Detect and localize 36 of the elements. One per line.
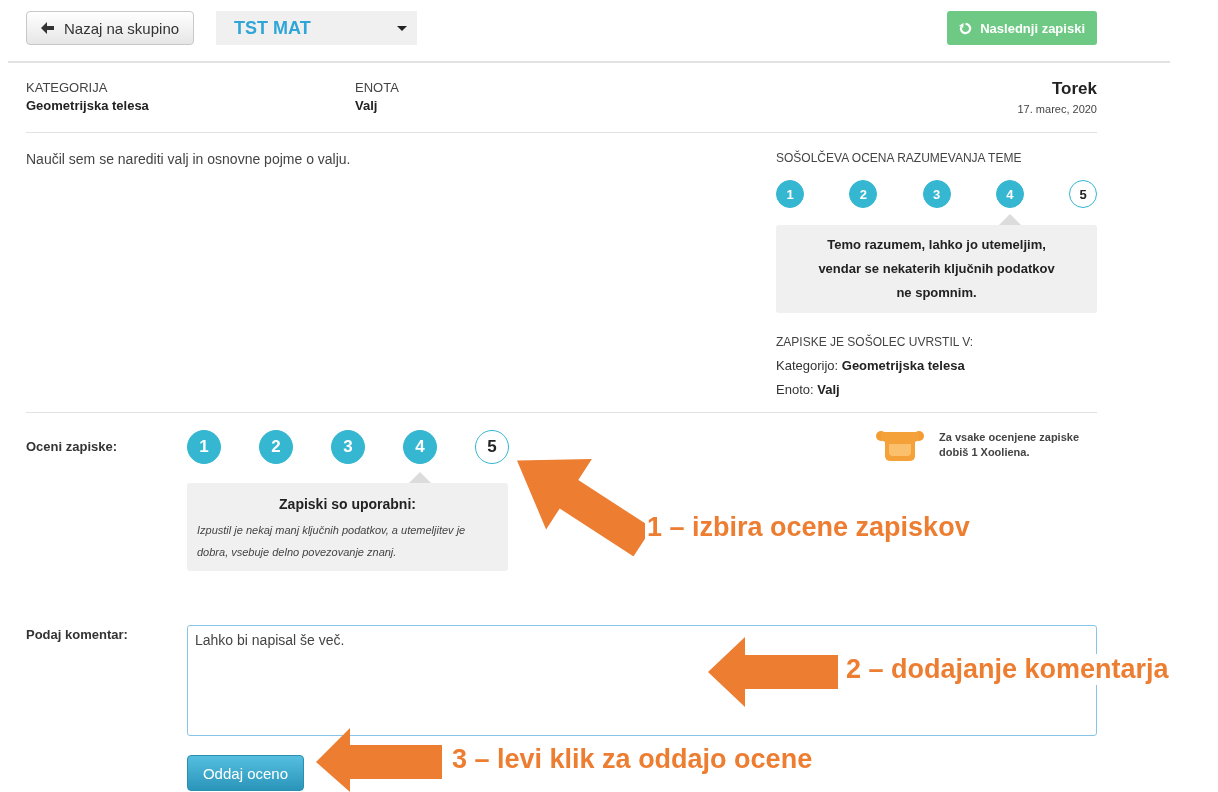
rating-circle[interactable]: 1 — [776, 180, 804, 208]
back-button[interactable]: Nazaj na skupino — [26, 11, 195, 45]
back-arrow-icon — [41, 22, 54, 34]
tooltip-title: Zapiski so uporabni: — [278, 495, 417, 513]
rating-tooltip: Temo razumem, lahko jo utemeljim, vendar se nekaterih ključnih podatkov ne spomnim. — [776, 225, 1097, 313]
caret-icon — [397, 25, 408, 31]
reward-note: Za vsake ocenjene zapiske dobiš 1 Xooliena. — [939, 430, 1081, 460]
unit-label: ENOTA — [355, 79, 400, 96]
classification-text: Kategorijo: Geometrijska telesa — [776, 358, 966, 373]
next-notes-button[interactable]: Naslednji zapiski — [947, 11, 1097, 45]
category-value: Geometrijska telesa — [26, 97, 150, 115]
group-select[interactable]: TST MAT — [216, 11, 418, 45]
rating-circle[interactable]: 3 — [331, 430, 365, 464]
tooltip-text: Izpustil je nekaj manj ključnih podatkov, a utemeljitev je dobra, vsebuje delno povezovanje znanj. — [197, 523, 467, 560]
date-text: 17. marec, 2020 — [1017, 103, 1097, 115]
rating-circle[interactable]: 5 — [475, 430, 509, 464]
rating-circle[interactable]: 4 — [403, 430, 437, 464]
rate-notes-label: Oceni zapiske: — [26, 438, 119, 456]
rating-circle[interactable]: 4 — [995, 180, 1024, 208]
annotation-label: 2 – dodajanje komentarja — [844, 654, 1171, 685]
category-label: KATEGORIJA — [26, 79, 109, 96]
rating-circle[interactable]: 2 — [849, 180, 878, 208]
rating-circle[interactable]: 5 — [1069, 180, 1097, 208]
coin-pouch-icon — [875, 430, 925, 462]
classification-text: Enoto: Valj — [776, 382, 841, 397]
rating-circle[interactable]: 1 — [187, 430, 221, 464]
notes-text: Naučil sem se narediti valj in osnovne pojme o valju. — [26, 151, 351, 167]
classification-title: ZAPISKE JE SOŠOLEC UVRSTIL V: — [776, 335, 975, 349]
day-name: Torek — [1050, 79, 1097, 99]
peer-rating-title: SOŠOLČEVA OCENA RAZUMEVANJA TEME — [776, 151, 1023, 165]
rating-circle[interactable]: 3 — [922, 180, 951, 208]
comment-label: Podaj komentar: — [26, 626, 129, 644]
refresh-icon — [959, 21, 973, 35]
rating-circle[interactable]: 2 — [259, 430, 293, 464]
submit-button[interactable]: Oddaj oceno — [187, 755, 304, 791]
unit-value: Valj — [355, 97, 379, 115]
